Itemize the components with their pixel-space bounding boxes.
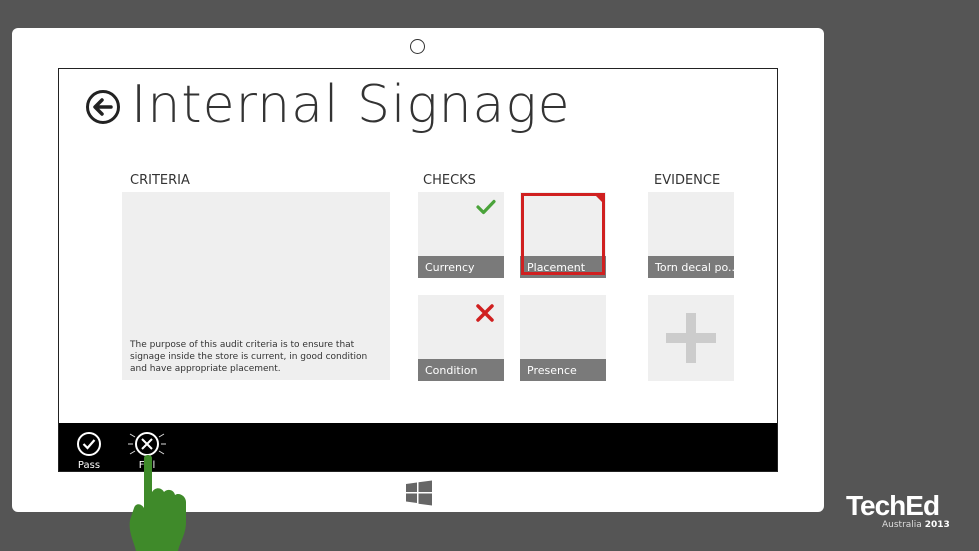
check-label: Currency: [418, 256, 504, 278]
check-tile-condition[interactable]: Condition: [418, 295, 504, 381]
criteria-panel: The purpose of this audit criteria is to…: [122, 192, 390, 380]
check-tile-currency[interactable]: Currency: [418, 192, 504, 278]
windows-logo-icon[interactable]: [406, 480, 432, 506]
brand-subtitle: Australia 2013: [882, 520, 950, 530]
check-tile-presence[interactable]: Presence: [520, 295, 606, 381]
pass-button[interactable]: Pass: [69, 431, 109, 471]
fail-cross-icon: [476, 304, 494, 322]
brand-region: Australia: [882, 520, 922, 530]
check-label: Presence: [520, 359, 606, 381]
page-title: Internal Signage: [131, 75, 571, 135]
brand-year: 2013: [924, 520, 950, 530]
selection-highlight: [521, 193, 605, 275]
tablet-camera: [410, 39, 425, 54]
evidence-tile[interactable]: Torn decal po...: [648, 192, 734, 278]
pass-check-icon: [476, 199, 496, 215]
checks-heading: CHECKS: [423, 173, 476, 188]
pass-label: Pass: [77, 460, 101, 471]
back-arrow-icon[interactable]: [85, 89, 121, 125]
evidence-heading: EVIDENCE: [654, 173, 721, 188]
evidence-label: Torn decal po...: [648, 256, 734, 278]
criteria-heading: CRITERIA: [130, 173, 190, 188]
criteria-description: The purpose of this audit criteria is to…: [130, 340, 368, 374]
teched-logo: TechEd Australia 2013: [846, 490, 956, 542]
pass-circle-check-icon: [77, 432, 101, 456]
app-screen: Internal Signage CRITERIA CHECKS EVIDENC…: [58, 68, 778, 472]
check-label: Condition: [418, 359, 504, 381]
add-evidence-button[interactable]: [648, 295, 734, 381]
pointing-finger-icon: [129, 455, 186, 551]
plus-icon: [666, 313, 716, 363]
brand-name: TechEd: [846, 490, 940, 521]
